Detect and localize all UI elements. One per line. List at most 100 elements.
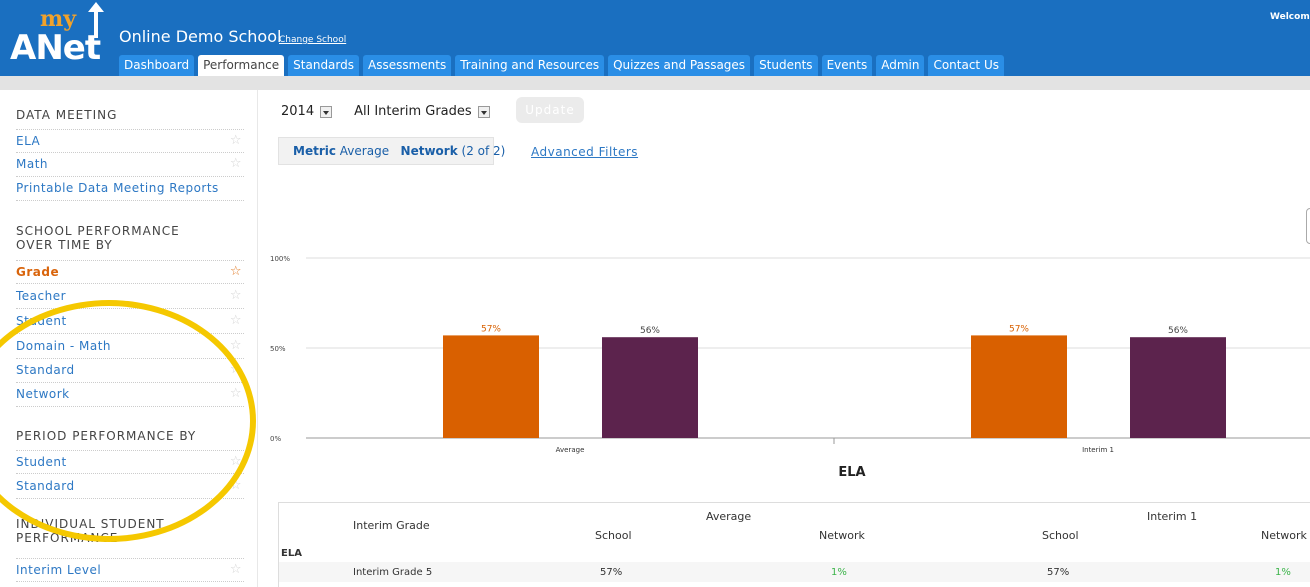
star-icon[interactable]: ☆: [230, 285, 242, 307]
logo-arrowhead-icon: [88, 2, 104, 12]
tab-training-and-resources[interactable]: Training and Resources: [455, 55, 605, 76]
network-value: (2 of 2): [461, 144, 506, 158]
sidebar-item-period-student[interactable]: Student ☆: [16, 450, 244, 474]
star-icon[interactable]: ☆: [230, 261, 242, 283]
section-title-line: INDIVIDUAL STUDENT: [16, 517, 165, 531]
update-button[interactable]: Update: [516, 97, 584, 123]
star-icon[interactable]: ☆: [230, 559, 242, 581]
app-window: my ANet Online Demo School Change School…: [0, 0, 1310, 587]
chevron-down-icon[interactable]: [477, 105, 490, 118]
year-value: 2014: [281, 104, 315, 119]
sidebar: DATA MEETING ELA ☆ Math ☆ Printable Data…: [0, 90, 258, 587]
row-name: Interim Grade 5: [353, 567, 433, 578]
sidebar-item-teacher[interactable]: Teacher ☆: [16, 285, 244, 309]
main-nav-tabs: Dashboard Performance Standards Assessme…: [119, 55, 1008, 76]
logo-arrow-icon: [94, 8, 98, 38]
section-title-data-meeting: DATA MEETING: [16, 108, 118, 122]
section-title-individual-performance: INDIVIDUAL STUDENT PERFORMANCE: [16, 517, 165, 545]
tab-students[interactable]: Students: [754, 55, 818, 76]
sidebar-item-label: Teacher: [16, 289, 67, 303]
bar-data-label: 56%: [640, 326, 660, 336]
bar-data-label: 57%: [481, 324, 501, 334]
header-school-interim-1: School: [1042, 529, 1079, 542]
header-group-interim-1: Interim 1: [1147, 510, 1198, 523]
sidebar-item-label: Grade: [16, 265, 60, 279]
x-category-label: Average: [556, 446, 585, 454]
row-i1-network: 1%: [1275, 567, 1291, 578]
top-header: my ANet Online Demo School Change School…: [0, 0, 1310, 76]
chart-title: ELA: [838, 465, 865, 480]
tab-performance[interactable]: Performance: [198, 55, 285, 76]
sidebar-item-label: Standard: [16, 479, 75, 493]
x-category-label: Interim 1: [1082, 446, 1114, 454]
change-school-link[interactable]: Change School: [279, 35, 346, 45]
advanced-filters-link[interactable]: Advanced Filters: [531, 145, 638, 159]
tab-dashboard[interactable]: Dashboard: [119, 55, 195, 76]
chart-options-button[interactable]: [1306, 208, 1310, 244]
chart-bar: [971, 335, 1067, 438]
sidebar-item-label: Printable Data Meeting Reports: [16, 181, 219, 195]
star-icon[interactable]: ☆: [230, 451, 242, 473]
tab-standards[interactable]: Standards: [288, 55, 359, 76]
chart-bar: [443, 335, 539, 438]
tab-events[interactable]: Events: [821, 55, 873, 76]
section-title-school-performance: SCHOOL PERFORMANCE OVER TIME BY: [16, 224, 180, 252]
row-avg-network: 1%: [831, 567, 847, 578]
tab-admin[interactable]: Admin: [876, 55, 925, 76]
section-title-line: OVER TIME BY: [16, 238, 113, 252]
sidebar-item-math[interactable]: Math ☆: [16, 153, 244, 177]
metric-value: Average: [339, 144, 390, 158]
metric-label: Metric: [293, 144, 336, 158]
bar-data-label: 57%: [1009, 324, 1029, 334]
star-icon[interactable]: ☆: [230, 475, 242, 497]
metric-network-summary[interactable]: Metric Average Network (2 of 2): [278, 137, 505, 165]
tab-assessments[interactable]: Assessments: [363, 55, 452, 76]
chevron-down-icon[interactable]: [320, 105, 333, 118]
sidebar-item-printable-reports[interactable]: Printable Data Meeting Reports: [16, 177, 244, 201]
sidebar-item-label: Domain - Math: [16, 339, 112, 353]
grades-select[interactable]: All Interim Grades: [354, 104, 490, 119]
sidebar-item-domain-math[interactable]: Domain - Math ☆: [16, 335, 244, 359]
header-school-average: School: [595, 529, 632, 542]
section-title-period-performance: PERIOD PERFORMANCE BY: [16, 429, 197, 443]
tab-quizzes-and-passages[interactable]: Quizzes and Passages: [608, 55, 751, 76]
row-avg-school: 57%: [600, 567, 623, 578]
sidebar-item-grade[interactable]: Grade ☆: [16, 260, 244, 284]
tab-contact-us[interactable]: Contact Us: [928, 55, 1004, 76]
star-icon[interactable]: ☆: [230, 383, 242, 405]
sidebar-item-network[interactable]: Network ☆: [16, 383, 244, 407]
sidebar-item-label: ELA: [16, 134, 41, 148]
ela-bar-chart: 100% 50% 0% 57% 56% Average 57% 56% Interim 1 ELA: [262, 248, 1310, 488]
header-network-interim-1: Network: [1261, 529, 1307, 542]
star-icon[interactable]: ☆: [230, 153, 242, 175]
results-table: Interim Grade Average Interim 1 School N…: [278, 502, 1310, 587]
sidebar-item-standard[interactable]: Standard ☆: [16, 359, 244, 383]
header-network-average: Network: [819, 529, 865, 542]
header-subbar: [0, 76, 1310, 90]
y-tick-label: 100%: [270, 255, 290, 263]
header-interim-grade: Interim Grade: [353, 519, 430, 532]
star-icon[interactable]: ☆: [230, 335, 242, 357]
sidebar-item-label: Interim Level: [16, 563, 102, 577]
table-row[interactable]: [279, 562, 1310, 582]
star-icon[interactable]: ☆: [230, 130, 242, 152]
grades-value: All Interim Grades: [354, 104, 472, 119]
sidebar-item-period-standard[interactable]: Standard ☆: [16, 475, 244, 499]
sidebar-item-label: Math: [16, 157, 49, 171]
sidebar-item-interim-level[interactable]: Interim Level ☆: [16, 558, 244, 582]
sidebar-item-label: Standard: [16, 363, 75, 377]
chart-svg: 100% 50% 0% 57% 56% Average 57% 56% Interim 1 ELA: [270, 255, 1310, 480]
network-label: Network: [400, 144, 458, 158]
sidebar-item-student[interactable]: Student ☆: [16, 310, 244, 334]
chart-bar: [1130, 337, 1226, 438]
logo-anet-text: ANet: [10, 28, 101, 68]
myanet-logo[interactable]: my ANet: [10, 2, 104, 70]
section-title-line: PERFORMANCE: [16, 531, 119, 545]
welcome-text: Welcome: [1270, 12, 1310, 22]
year-select[interactable]: 2014: [281, 104, 333, 119]
sidebar-item-ela[interactable]: ELA ☆: [16, 129, 244, 153]
school-name: Online Demo School: [119, 27, 282, 46]
row-i1-school: 57%: [1047, 567, 1070, 578]
star-icon[interactable]: ☆: [230, 359, 242, 381]
star-icon[interactable]: ☆: [230, 310, 242, 332]
